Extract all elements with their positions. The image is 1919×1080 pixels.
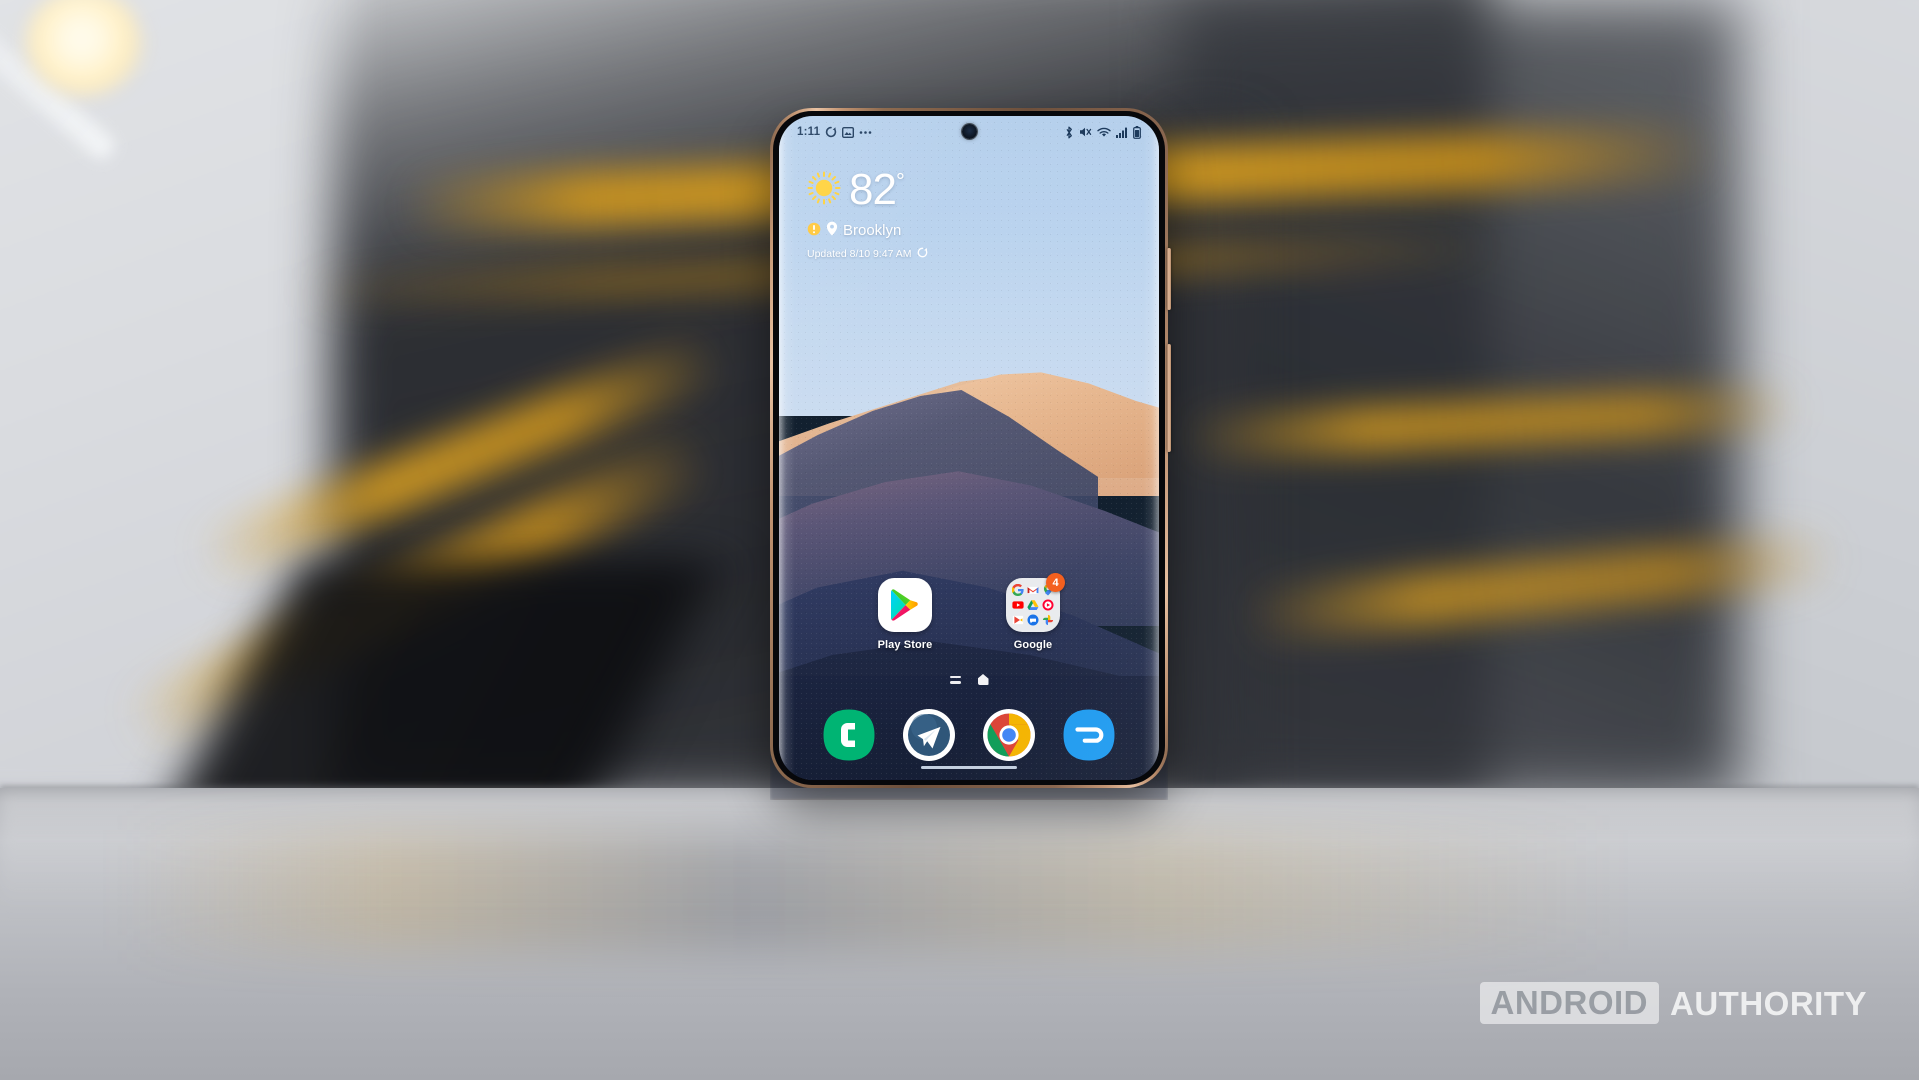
more-notifications-icon: [859, 130, 872, 135]
weather-updated-label: Updated 8/10 9:47 AM: [807, 248, 912, 260]
watermark-brand: ANDROID: [1479, 982, 1659, 1024]
weather-location-label: Brooklyn: [843, 222, 902, 239]
wifi-icon: [1097, 127, 1111, 138]
mini-icon-gmail: [1026, 583, 1040, 597]
page-indicator[interactable]: [779, 674, 1159, 685]
play-store-icon-wrap: [878, 578, 932, 632]
phone-screen[interactable]: 1:11 82° Brooklyn Updated 8/10 9:47 AM P…: [779, 116, 1159, 780]
dock-item-phone[interactable]: [822, 708, 876, 762]
folder-notification-badge: 4: [1046, 573, 1065, 592]
mini-icon-messages: [1026, 613, 1040, 627]
weather-widget[interactable]: 82° Brooklyn Updated 8/10 9:47 AM: [807, 168, 928, 261]
mini-icon-youtube: [1011, 598, 1025, 612]
app-label: Play Store: [877, 639, 933, 651]
gesture-navigation-bar[interactable]: [921, 765, 1017, 769]
volume-button[interactable]: [1167, 344, 1171, 452]
mini-icon-youtube-music: [1041, 598, 1055, 612]
weather-temperature: 82°: [849, 165, 905, 214]
dock: [779, 708, 1159, 762]
watermark: ANDROID AUTHORITY: [1479, 982, 1868, 1024]
status-bar-right: [1064, 125, 1141, 139]
status-bar-left: 1:11: [797, 126, 872, 138]
table-reflection-blur: [120, 830, 1620, 950]
power-button[interactable]: [1167, 248, 1171, 310]
screenshot-canvas: 1:11 82° Brooklyn Updated 8/10 9:47 AM P…: [0, 0, 1919, 1080]
app-list-icon[interactable]: [949, 675, 961, 684]
signal-icon: [1116, 127, 1128, 138]
weather-alert-icon: [807, 222, 821, 240]
bluetooth-icon: [1064, 126, 1074, 139]
mini-icon-google: [1011, 583, 1025, 597]
mini-icon-play-movies: [1011, 613, 1025, 627]
background-pillar: [1150, 120, 1270, 820]
smartphone-device: 1:11 82° Brooklyn Updated 8/10 9:47 AM P…: [770, 108, 1171, 788]
watermark-suffix: AUTHORITY: [1670, 984, 1867, 1022]
front-camera-icon: [961, 124, 977, 139]
dock-item-samsung[interactable]: [1062, 708, 1116, 762]
refresh-icon[interactable]: [917, 247, 928, 261]
volume-mute-icon: [1079, 126, 1092, 138]
sync-icon: [825, 126, 837, 138]
dock-item-telegram[interactable]: [902, 708, 956, 762]
degree-symbol: °: [895, 168, 905, 194]
home-icon[interactable]: [977, 674, 989, 685]
home-screen-app-grid: Play Store 4 Google: [779, 573, 1159, 651]
app-label: Google: [1013, 639, 1053, 651]
weather-main-row: 82°: [807, 168, 928, 212]
play-store-icon: [878, 578, 932, 632]
battery-icon: [1133, 125, 1141, 139]
location-pin-icon: [826, 221, 838, 240]
weather-updated-row: Updated 8/10 9:47 AM: [807, 247, 928, 261]
weather-location-row: Brooklyn: [807, 221, 928, 240]
google-folder-icon-wrap: 4: [1006, 573, 1065, 632]
mini-icon-drive: [1026, 598, 1040, 612]
status-bar-clock: 1:11: [797, 126, 821, 138]
screenshot-icon: [842, 126, 855, 138]
app-google-folder[interactable]: 4 Google: [996, 573, 1070, 651]
app-play-store[interactable]: Play Store: [868, 578, 942, 651]
dock-item-chrome[interactable]: [982, 708, 1036, 762]
wallpaper-sky: [779, 116, 1159, 416]
mini-icon-photos: [1041, 613, 1055, 627]
sun-icon: [807, 171, 841, 210]
